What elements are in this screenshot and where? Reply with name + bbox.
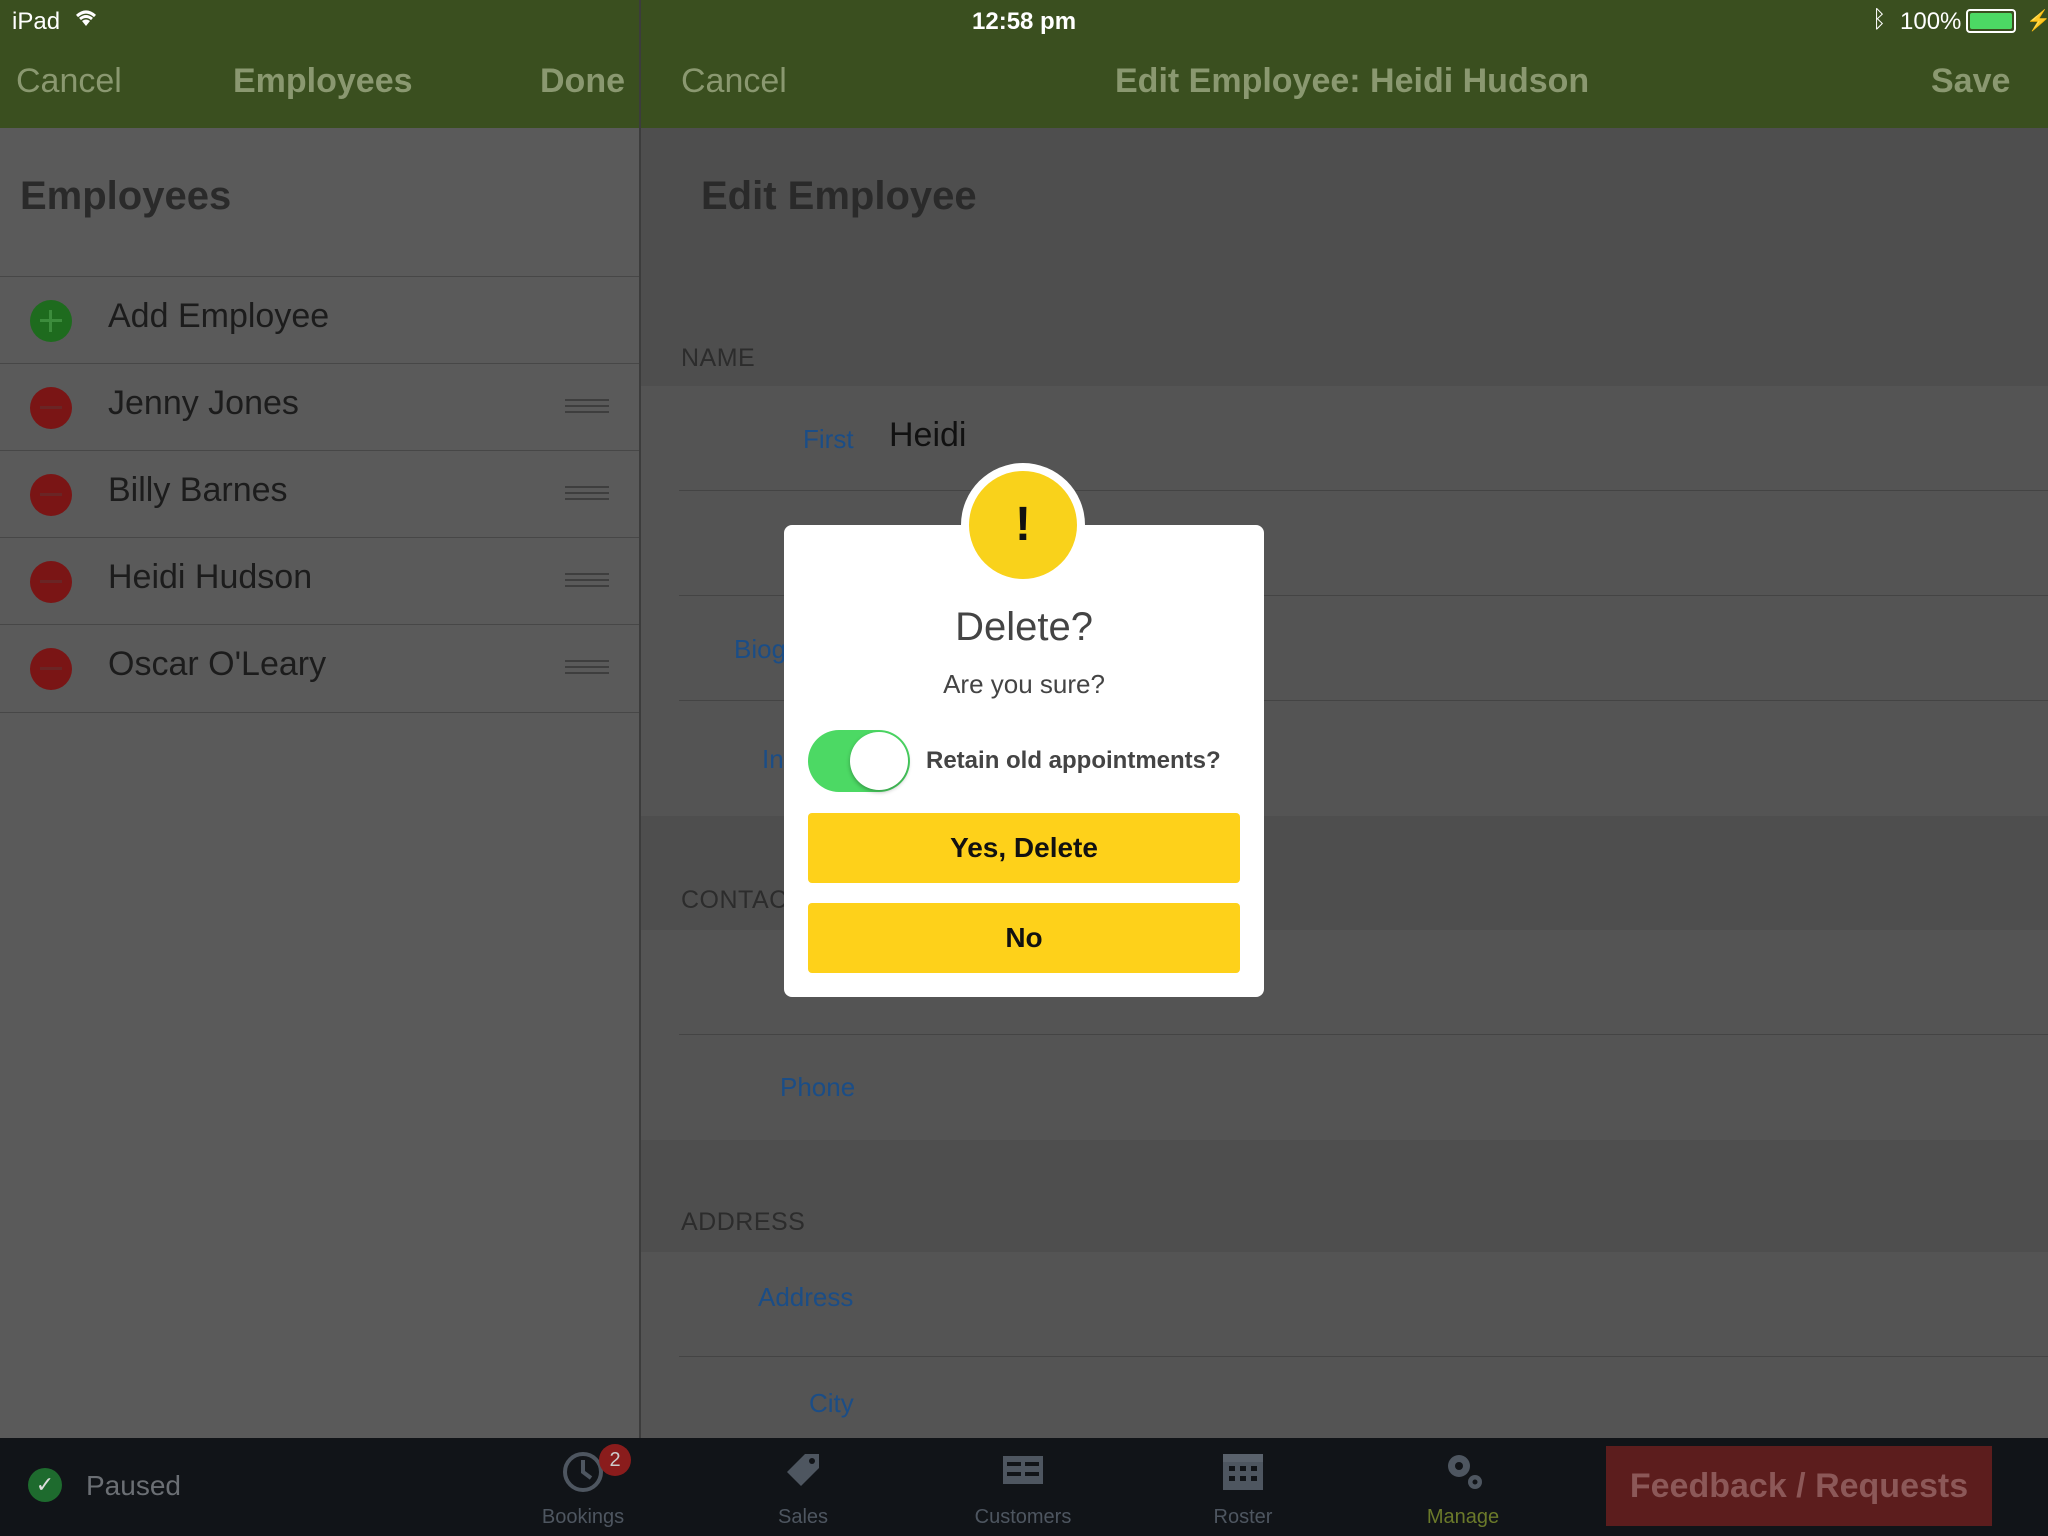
yes-delete-button[interactable]: Yes, Delete [808, 813, 1240, 883]
dialog-message: Are you sure? [943, 669, 1105, 699]
battery-percent: 100% [1900, 8, 1962, 35]
add-employee-row[interactable]: Add Employee [0, 276, 639, 364]
add-employee-label: Add Employee [108, 297, 330, 335]
delete-icon[interactable] [30, 387, 72, 429]
tab-roster-label: Roster [1213, 1506, 1273, 1528]
edit-employee-heading: Edit Employee [701, 174, 977, 218]
first-name-label: First [803, 424, 854, 454]
price-tag-icon [781, 1448, 825, 1492]
employee-row[interactable]: Billy Barnes [0, 450, 639, 538]
status-bar: iPad 12:58 pm ᛒ 100% ⚡ [0, 0, 2048, 44]
employee-row[interactable]: Oscar O'Leary [0, 624, 639, 713]
tab-roster[interactable]: Roster [1163, 1438, 1323, 1536]
retain-appointments-toggle[interactable] [808, 730, 910, 792]
address-group: Address City [641, 1252, 2048, 1438]
address-book-icon [1001, 1448, 1045, 1492]
battery-icon [1966, 9, 2016, 33]
reorder-handle-icon[interactable] [565, 660, 609, 678]
calendar-icon [1221, 1448, 1265, 1492]
delete-dialog: Delete? Are you sure? Retain old appoint… [784, 525, 1264, 997]
delete-icon[interactable] [30, 561, 72, 603]
info-label: In [762, 744, 784, 774]
name-section-label: NAME [681, 344, 756, 372]
retain-appointments-label: Retain old appointments? [926, 747, 1221, 774]
employee-row[interactable]: Jenny Jones [0, 363, 639, 451]
paused-check-icon: ✓ [28, 1468, 62, 1502]
employee-name: Oscar O'Leary [108, 645, 327, 683]
charging-icon: ⚡ [2026, 10, 2048, 32]
bluetooth-icon: ᛒ [1872, 6, 1887, 33]
add-icon [30, 300, 72, 342]
first-name-field[interactable]: Heidi [889, 416, 966, 455]
left-cancel-button[interactable]: Cancel [16, 62, 122, 101]
address-label: Address [758, 1282, 854, 1312]
warning-icon: ! [969, 471, 1077, 579]
address-section-label: ADDRESS [681, 1208, 806, 1236]
employee-name: Heidi Hudson [108, 558, 313, 596]
city-label: City [809, 1388, 854, 1418]
phone-label: Phone [780, 1072, 856, 1102]
tab-customers-label: Customers [974, 1506, 1072, 1528]
employee-name: Billy Barnes [108, 471, 288, 509]
delete-icon[interactable] [30, 474, 72, 516]
tab-sales[interactable]: Sales [723, 1438, 883, 1536]
wifi-icon [72, 6, 100, 35]
employee-row[interactable]: Heidi Hudson [0, 537, 639, 625]
reorder-handle-icon[interactable] [565, 573, 609, 591]
tab-manage[interactable]: Manage [1383, 1438, 1543, 1536]
employees-heading: Employees [20, 174, 232, 218]
clock: 12:58 pm [972, 8, 1077, 35]
no-button[interactable]: No [808, 903, 1240, 973]
toggle-knob [850, 732, 908, 790]
tab-sales-label: Sales [777, 1506, 829, 1528]
tab-bookings[interactable]: 2 Bookings [503, 1438, 663, 1536]
clock-icon [561, 1448, 605, 1492]
tab-customers[interactable]: Customers [943, 1438, 1103, 1536]
feedback-button[interactable]: Feedback / Requests [1606, 1446, 1992, 1526]
biography-label: Biog [734, 634, 787, 664]
device-label: iPad [12, 8, 61, 35]
employees-list-pane: Employees Add Employee Jenny Jones Billy… [0, 128, 639, 1438]
bookings-badge: 2 [599, 1444, 631, 1476]
left-nav-title: Employees [233, 62, 413, 100]
reorder-handle-icon[interactable] [565, 399, 609, 417]
tab-bar: ✓ Paused 2 Bookings Sales Customers Rost… [0, 1438, 2048, 1536]
paused-status[interactable]: Paused [86, 1470, 181, 1502]
tab-bookings-label: Bookings [541, 1506, 625, 1528]
warning-badge: ! [961, 463, 1085, 587]
right-nav-title: Edit Employee: Heidi Hudson [1115, 62, 1590, 100]
done-button[interactable]: Done [540, 62, 625, 101]
gears-icon [1441, 1448, 1485, 1492]
tab-manage-label: Manage [1426, 1506, 1500, 1528]
dialog-title: Delete? [955, 605, 1093, 649]
contact-section-label: CONTAC [681, 886, 788, 914]
save-button[interactable]: Save [1931, 62, 2010, 101]
right-cancel-button[interactable]: Cancel [681, 62, 787, 101]
reorder-handle-icon[interactable] [565, 486, 609, 504]
delete-icon[interactable] [30, 648, 72, 690]
employee-name: Jenny Jones [108, 384, 299, 422]
